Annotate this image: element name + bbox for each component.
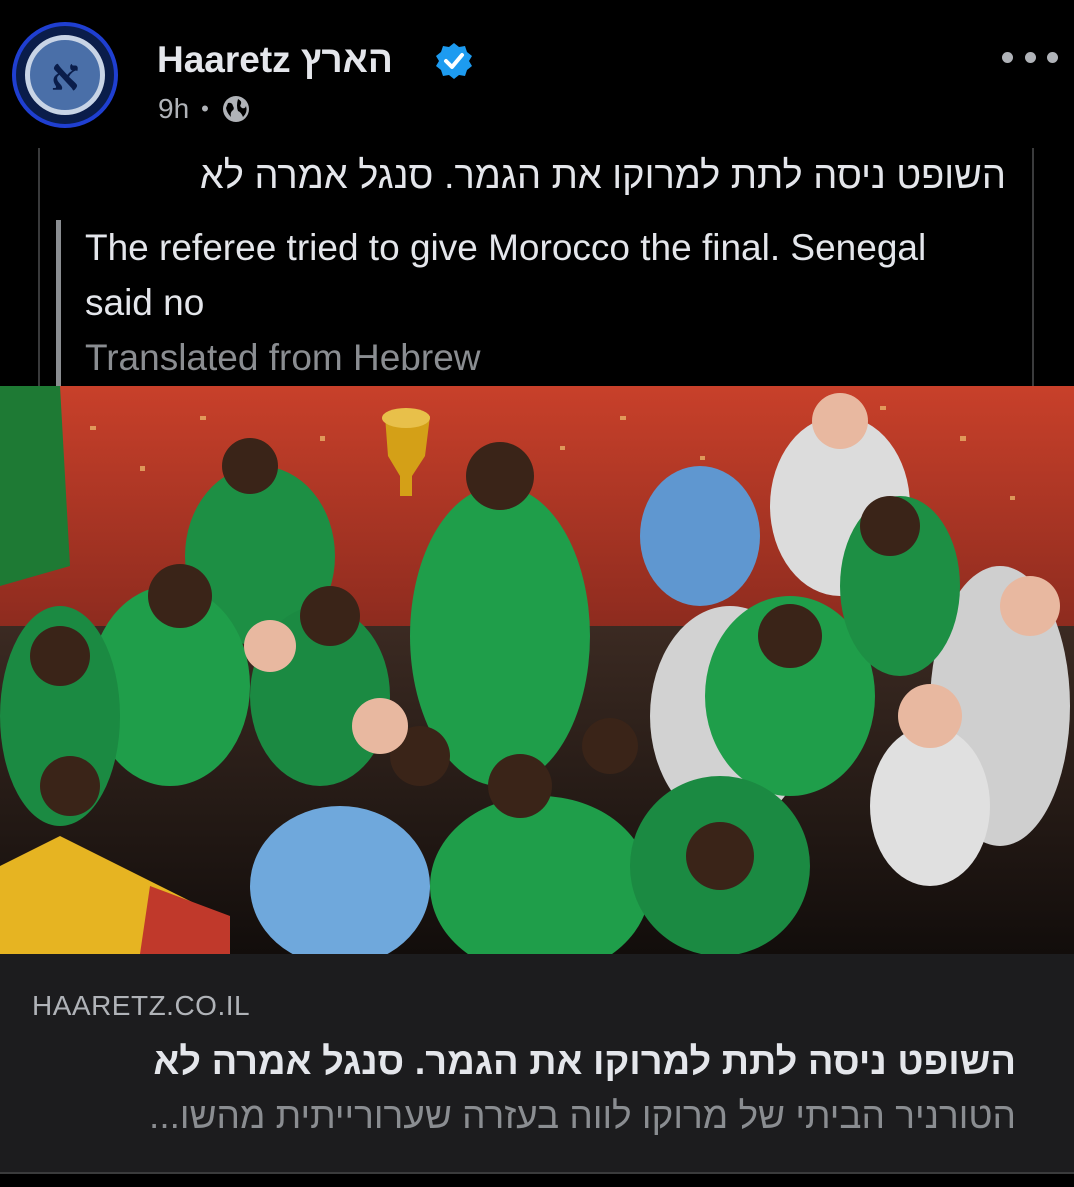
caption-translation: The referee tried to give Morocco the fi… <box>56 220 996 386</box>
link-title[interactable]: השופט ניסה לתת למרוקו את הגמר. סנגל אמרה… <box>153 1038 1016 1086</box>
more-dot <box>1002 51 1013 63</box>
celebration-photo[interactable] <box>0 386 1074 954</box>
caption-hebrew: השופט ניסה לתת למרוקו את הגמר. סנגל אמרה… <box>199 155 1006 197</box>
more-options-icon[interactable] <box>1002 45 1058 69</box>
meta-separator: • <box>201 96 209 121</box>
post-meta: 9h • <box>158 92 251 126</box>
haaretz-logo: א <box>25 35 105 115</box>
link-description: הטורניר הביתי של מרוקו לווה בעזרה שערורי… <box>149 1095 1016 1136</box>
page-avatar[interactable]: א <box>12 22 118 128</box>
link-domain: HAARETZ.CO.IL <box>32 990 251 1021</box>
more-dot <box>1047 51 1058 63</box>
translation-text: The referee tried to give Morocco the fi… <box>85 227 927 323</box>
verified-badge-icon <box>436 43 472 79</box>
more-dot <box>1024 51 1036 63</box>
page-name-link[interactable]: Haaretz הארץ <box>157 38 393 82</box>
globe-icon[interactable] <box>221 94 251 124</box>
facebook-post: א Haaretz הארץ 9h • השופט ניסה לתת למרוק… <box>0 0 1074 1187</box>
link-preview-card[interactable]: HAARETZ.CO.IL השופט ניסה לתת למרוקו את ה… <box>0 954 1074 1174</box>
post-timestamp[interactable]: 9h <box>158 93 189 125</box>
post-caption: השופט ניסה לתת למרוקו את הגמר. סנגל אמרה… <box>38 148 1034 386</box>
translated-from-label[interactable]: Translated from Hebrew <box>85 330 996 385</box>
